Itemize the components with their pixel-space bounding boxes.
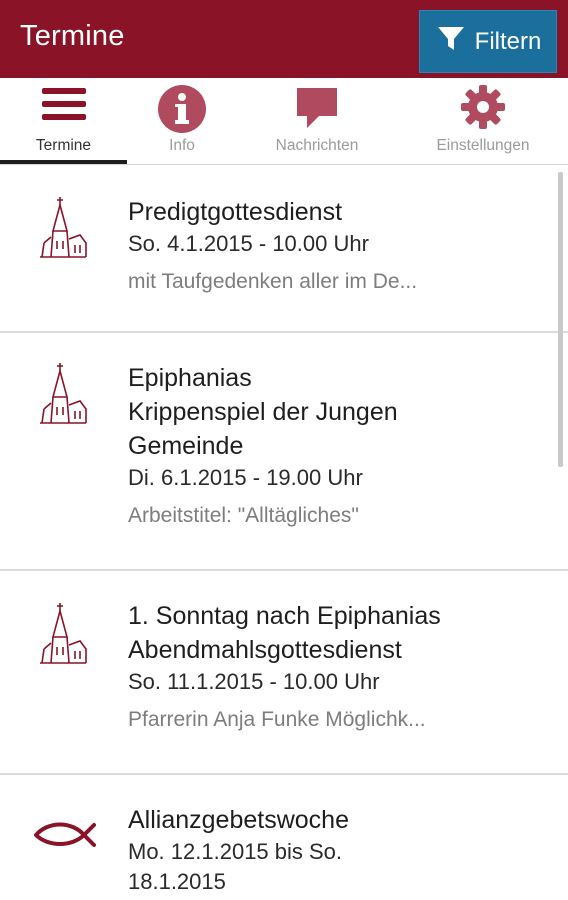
event-date: Mo. 12.1.2015 bis So. <box>128 839 343 864</box>
event-text: Predigtgottesdienst So. 4.1.2015 - 10.00… <box>128 195 542 297</box>
active-tab-indicator <box>0 160 127 164</box>
event-title: Predigtgottesdienst <box>128 198 343 226</box>
event-title: Epiphanias <box>128 364 252 392</box>
filter-button-label: Filtern <box>474 27 542 55</box>
gear-icon <box>460 84 506 135</box>
tab-einstellungen[interactable]: Einstellungen <box>418 78 548 164</box>
app-bar: Termine Filtern <box>0 0 568 78</box>
tab-label: Einstellungen <box>436 137 530 154</box>
event-title: Allianzgebetswoche <box>128 806 349 834</box>
church-icon <box>36 361 88 425</box>
list-item[interactable]: 1. Sonntag nach Epiphanias Abendmahlsgot… <box>0 571 568 775</box>
event-title-line: Gemeinde <box>128 432 244 460</box>
event-date: Di. 6.1.2015 - 19.00 Uhr <box>128 465 363 490</box>
fish-icon <box>32 813 96 853</box>
event-text: Epiphanias Krippenspiel der Jungen Gemei… <box>128 361 542 531</box>
tab-label: Termine <box>35 137 92 154</box>
funnel-icon <box>435 22 467 61</box>
filter-button[interactable]: Filtern <box>419 10 557 73</box>
tab-termine[interactable]: Termine <box>0 78 127 164</box>
church-icon <box>36 601 88 665</box>
event-description: mit Taufgedenken aller im De... <box>128 270 418 293</box>
menu-icon <box>40 84 88 129</box>
event-title: 1. Sonntag nach Epiphanias <box>128 602 441 630</box>
church-icon <box>36 195 88 259</box>
tab-label: Info <box>169 137 195 154</box>
tab-nachrichten[interactable]: Nachrichten <box>252 78 382 164</box>
tab-info[interactable]: Info <box>127 78 237 164</box>
event-text: Allianzgebetswoche Mo. 12.1.2015 bis So.… <box>128 803 542 897</box>
tab-bar: Termine Info Nachrichten Einstellungen <box>0 78 568 165</box>
event-description: Arbeitstitel: "Alltägliches" <box>128 504 359 527</box>
list-item[interactable]: Epiphanias Krippenspiel der Jungen Gemei… <box>0 333 568 571</box>
event-title-line: Abendmahlsgottesdienst <box>128 636 402 664</box>
scrollbar[interactable] <box>558 172 563 467</box>
list-item[interactable]: Allianzgebetswoche Mo. 12.1.2015 bis So.… <box>0 775 568 900</box>
event-list: Predigtgottesdienst So. 4.1.2015 - 10.00… <box>0 165 568 900</box>
info-icon <box>157 84 207 139</box>
tab-label: Nachrichten <box>275 137 359 154</box>
page-title: Termine <box>20 20 125 52</box>
event-date-line: 18.1.2015 <box>128 869 226 894</box>
event-date: So. 11.1.2015 - 10.00 Uhr <box>128 669 380 694</box>
event-text: 1. Sonntag nach Epiphanias Abendmahlsgot… <box>128 599 542 735</box>
event-title-line: Krippenspiel der Jungen <box>128 398 398 426</box>
list-item[interactable]: Predigtgottesdienst So. 4.1.2015 - 10.00… <box>0 165 568 333</box>
event-description: Pfarrerin Anja Funke Möglichk... <box>128 708 426 731</box>
event-date: So. 4.1.2015 - 10.00 Uhr <box>128 231 369 256</box>
chat-icon <box>293 84 341 137</box>
